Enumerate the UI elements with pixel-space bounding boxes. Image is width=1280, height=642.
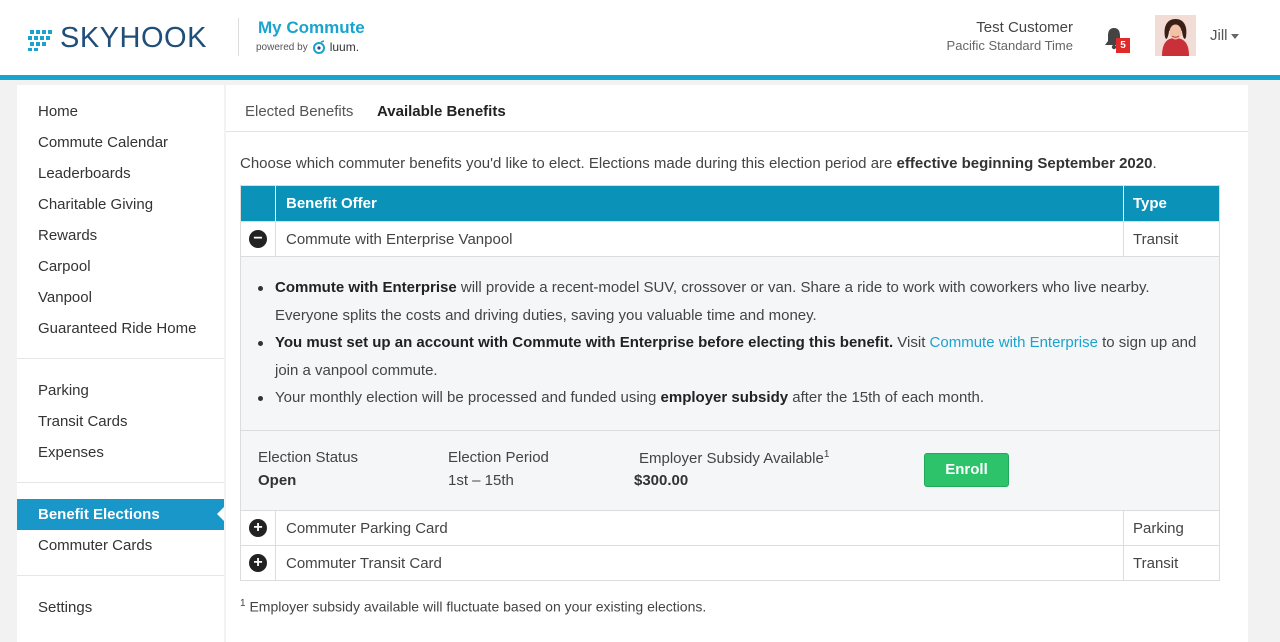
detail-text: after the 15th of each month. xyxy=(788,389,985,406)
sidebar-item-transit-cards[interactable]: Transit Cards xyxy=(38,413,127,430)
benefit-name: Commute with Enterprise Vanpool xyxy=(286,231,513,248)
intro-effective-date: effective beginning September 2020 xyxy=(896,155,1153,172)
footnote: 1 Employer subsidy available will fluctu… xyxy=(240,598,706,615)
sidebar-item-commute-calendar[interactable]: Commute Calendar xyxy=(38,134,168,151)
column-divider xyxy=(275,511,276,545)
election-period-value: 1st – 15th xyxy=(448,472,514,489)
detail-item: You must set up an account with Commute … xyxy=(258,329,1205,384)
commute-with-enterprise-link[interactable]: Commute with Enterprise xyxy=(930,334,1098,351)
sidebar-divider xyxy=(17,482,224,483)
sidebar-item-expenses[interactable]: Expenses xyxy=(38,444,104,461)
sidebar-item-label: Benefit Elections xyxy=(38,506,160,523)
column-divider xyxy=(275,222,276,256)
top-header: SKYHOOK My Commute powered by luum. Test… xyxy=(0,0,1280,80)
intro-text: Choose which commuter benefits you'd lik… xyxy=(240,155,1157,172)
sidebar-item-carpool[interactable]: Carpool xyxy=(38,258,91,275)
detail-bold: Commute with Enterprise xyxy=(275,279,457,296)
column-header-type: Type xyxy=(1133,195,1167,212)
employer-subsidy-label: Employer Subsidy Available1 xyxy=(639,449,829,467)
election-summary: Election Status Open Election Period 1st… xyxy=(241,430,1219,510)
sidebar-divider xyxy=(17,575,224,576)
sidebar-item-leaderboards[interactable]: Leaderboards xyxy=(38,165,131,182)
table-row[interactable]: + Commuter Parking Card Parking xyxy=(241,510,1219,545)
expand-icon[interactable]: + xyxy=(249,519,267,537)
column-divider xyxy=(1123,546,1124,580)
enroll-button[interactable]: Enroll xyxy=(924,453,1009,487)
column-divider xyxy=(1123,511,1124,545)
header-divider xyxy=(238,18,239,56)
notification-count-badge: 5 xyxy=(1116,38,1130,53)
sidebar-item-guaranteed-ride-home[interactable]: Guaranteed Ride Home xyxy=(38,320,196,337)
sidebar-item-charitable-giving[interactable]: Charitable Giving xyxy=(38,196,153,213)
benefit-tabs: Elected Benefits Available Benefits xyxy=(226,85,1248,132)
footnote-marker: 1 xyxy=(823,449,830,460)
app-title[interactable]: My Commute xyxy=(258,18,365,38)
luum-logo-icon xyxy=(312,40,325,54)
sidebar-nav: Home Commute Calendar Leaderboards Chari… xyxy=(17,85,224,642)
detail-item: Commute with Enterprise will provide a r… xyxy=(258,274,1205,329)
skyhook-logo-icon xyxy=(28,29,52,51)
intro-end: . xyxy=(1152,155,1157,172)
table-row[interactable]: − Commute with Enterprise Vanpool Transi… xyxy=(241,221,1219,256)
tab-elected-benefits[interactable]: Elected Benefits xyxy=(245,103,353,120)
employer-subsidy-label-text: Employer Subsidy Available xyxy=(639,450,824,467)
user-short-name: Jill xyxy=(1210,27,1228,44)
sidebar-item-home[interactable]: Home xyxy=(38,103,78,120)
table-header: Benefit Offer Type xyxy=(241,186,1219,221)
chevron-down-icon xyxy=(1230,33,1239,39)
column-divider xyxy=(275,186,276,221)
benefit-name: Commuter Transit Card xyxy=(286,555,442,572)
benefit-name: Commuter Parking Card xyxy=(286,520,448,537)
main-content: Elected Benefits Available Benefits Choo… xyxy=(226,85,1248,642)
benefit-type: Parking xyxy=(1133,520,1184,537)
sidebar-item-rewards[interactable]: Rewards xyxy=(38,227,97,244)
user-timezone: Pacific Standard Time xyxy=(946,38,1073,53)
benefit-type: Transit xyxy=(1133,555,1179,572)
user-full-name: Test Customer xyxy=(976,19,1073,36)
user-avatar[interactable] xyxy=(1155,15,1196,56)
employer-subsidy-value: $300.00 xyxy=(634,472,689,489)
benefit-details: Commute with Enterprise will provide a r… xyxy=(241,256,1219,430)
sidebar-item-benefit-elections[interactable]: Benefit Elections xyxy=(17,499,224,530)
column-header-benefit-offer: Benefit Offer xyxy=(286,195,377,212)
column-divider xyxy=(275,546,276,580)
detail-bold: You must set up an account with Commute … xyxy=(275,334,894,351)
table-row[interactable]: + Commuter Transit Card Transit xyxy=(241,545,1219,580)
election-status-label: Election Status xyxy=(258,449,359,466)
column-divider xyxy=(1123,186,1124,221)
brand-name: SKYHOOK xyxy=(60,22,207,54)
active-indicator-arrow xyxy=(217,507,224,521)
powered-by-label: powered by xyxy=(256,41,308,53)
tab-available-benefits[interactable]: Available Benefits xyxy=(377,103,506,120)
detail-text: Visit xyxy=(893,334,930,351)
benefit-type: Transit xyxy=(1133,231,1179,248)
detail-text: Your monthly election will be processed … xyxy=(275,389,661,406)
sidebar-item-settings[interactable]: Settings xyxy=(38,599,92,616)
avatar-photo-icon xyxy=(1155,15,1196,56)
benefit-details-list: Commute with Enterprise will provide a r… xyxy=(258,274,1205,412)
benefits-table: Benefit Offer Type − Commute with Enterp… xyxy=(240,185,1220,581)
user-menu-toggle[interactable]: Jill xyxy=(1210,27,1239,44)
luum-brand: luum. xyxy=(329,40,360,54)
election-period-label: Election Period xyxy=(448,449,549,466)
collapse-icon[interactable]: − xyxy=(249,230,267,248)
powered-by: powered by luum. xyxy=(256,40,359,54)
intro-body: Choose which commuter benefits you'd lik… xyxy=(240,155,897,172)
footnote-text: Employer subsidy available will fluctuat… xyxy=(245,598,707,615)
sidebar-divider xyxy=(17,358,224,359)
sidebar-item-commuter-cards[interactable]: Commuter Cards xyxy=(38,537,152,554)
sidebar-item-vanpool[interactable]: Vanpool xyxy=(38,289,92,306)
election-status-value: Open xyxy=(258,472,297,489)
expand-icon[interactable]: + xyxy=(249,554,267,572)
skyhook-logo[interactable]: SKYHOOK xyxy=(28,22,207,55)
detail-item: Your monthly election will be processed … xyxy=(258,384,1205,412)
detail-bold: employer subsidy xyxy=(660,389,789,406)
column-divider xyxy=(1123,222,1124,256)
sidebar-item-parking[interactable]: Parking xyxy=(38,382,89,399)
